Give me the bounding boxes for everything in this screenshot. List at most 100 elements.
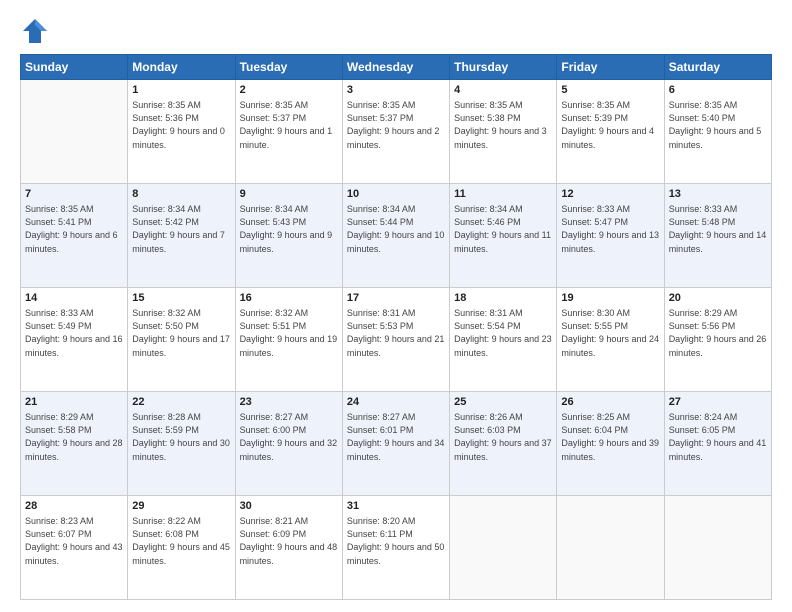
day-info: Sunrise: 8:31 AMSunset: 5:53 PMDaylight:… <box>347 307 445 359</box>
day-number: 29 <box>132 499 230 514</box>
calendar-header-row: SundayMondayTuesdayWednesdayThursdayFrid… <box>21 55 772 80</box>
calendar-cell <box>664 496 771 600</box>
day-info: Sunrise: 8:20 AMSunset: 6:11 PMDaylight:… <box>347 515 445 567</box>
calendar-table: SundayMondayTuesdayWednesdayThursdayFrid… <box>20 54 772 600</box>
day-number: 26 <box>561 395 659 410</box>
day-number: 20 <box>669 291 767 306</box>
calendar-week-3: 14Sunrise: 8:33 AMSunset: 5:49 PMDayligh… <box>21 288 772 392</box>
day-info: Sunrise: 8:35 AMSunset: 5:37 PMDaylight:… <box>347 99 445 151</box>
day-info: Sunrise: 8:33 AMSunset: 5:49 PMDaylight:… <box>25 307 123 359</box>
calendar-cell: 19Sunrise: 8:30 AMSunset: 5:55 PMDayligh… <box>557 288 664 392</box>
calendar-cell: 18Sunrise: 8:31 AMSunset: 5:54 PMDayligh… <box>450 288 557 392</box>
day-number: 8 <box>132 187 230 202</box>
day-info: Sunrise: 8:34 AMSunset: 5:46 PMDaylight:… <box>454 203 552 255</box>
calendar-cell: 14Sunrise: 8:33 AMSunset: 5:49 PMDayligh… <box>21 288 128 392</box>
calendar-cell: 26Sunrise: 8:25 AMSunset: 6:04 PMDayligh… <box>557 392 664 496</box>
day-info: Sunrise: 8:26 AMSunset: 6:03 PMDaylight:… <box>454 411 552 463</box>
day-number: 22 <box>132 395 230 410</box>
day-info: Sunrise: 8:35 AMSunset: 5:39 PMDaylight:… <box>561 99 659 151</box>
day-number: 4 <box>454 83 552 98</box>
page: SundayMondayTuesdayWednesdayThursdayFrid… <box>0 0 792 612</box>
day-number: 12 <box>561 187 659 202</box>
day-info: Sunrise: 8:34 AMSunset: 5:43 PMDaylight:… <box>240 203 338 255</box>
calendar-cell: 16Sunrise: 8:32 AMSunset: 5:51 PMDayligh… <box>235 288 342 392</box>
day-info: Sunrise: 8:29 AMSunset: 5:56 PMDaylight:… <box>669 307 767 359</box>
day-number: 23 <box>240 395 338 410</box>
calendar-cell: 22Sunrise: 8:28 AMSunset: 5:59 PMDayligh… <box>128 392 235 496</box>
day-number: 17 <box>347 291 445 306</box>
day-number: 11 <box>454 187 552 202</box>
calendar-cell: 7Sunrise: 8:35 AMSunset: 5:41 PMDaylight… <box>21 184 128 288</box>
day-number: 7 <box>25 187 123 202</box>
day-info: Sunrise: 8:32 AMSunset: 5:50 PMDaylight:… <box>132 307 230 359</box>
day-info: Sunrise: 8:25 AMSunset: 6:04 PMDaylight:… <box>561 411 659 463</box>
calendar-cell: 29Sunrise: 8:22 AMSunset: 6:08 PMDayligh… <box>128 496 235 600</box>
day-number: 6 <box>669 83 767 98</box>
day-number: 16 <box>240 291 338 306</box>
calendar-cell <box>557 496 664 600</box>
calendar-cell: 24Sunrise: 8:27 AMSunset: 6:01 PMDayligh… <box>342 392 449 496</box>
calendar-cell: 12Sunrise: 8:33 AMSunset: 5:47 PMDayligh… <box>557 184 664 288</box>
calendar-week-4: 21Sunrise: 8:29 AMSunset: 5:58 PMDayligh… <box>21 392 772 496</box>
calendar-cell: 6Sunrise: 8:35 AMSunset: 5:40 PMDaylight… <box>664 80 771 184</box>
calendar-cell: 1Sunrise: 8:35 AMSunset: 5:36 PMDaylight… <box>128 80 235 184</box>
day-info: Sunrise: 8:34 AMSunset: 5:42 PMDaylight:… <box>132 203 230 255</box>
day-info: Sunrise: 8:35 AMSunset: 5:37 PMDaylight:… <box>240 99 338 151</box>
calendar-cell: 8Sunrise: 8:34 AMSunset: 5:42 PMDaylight… <box>128 184 235 288</box>
header <box>20 16 772 46</box>
day-info: Sunrise: 8:32 AMSunset: 5:51 PMDaylight:… <box>240 307 338 359</box>
calendar-cell: 20Sunrise: 8:29 AMSunset: 5:56 PMDayligh… <box>664 288 771 392</box>
day-number: 2 <box>240 83 338 98</box>
day-header-tuesday: Tuesday <box>235 55 342 80</box>
calendar-cell: 11Sunrise: 8:34 AMSunset: 5:46 PMDayligh… <box>450 184 557 288</box>
day-info: Sunrise: 8:33 AMSunset: 5:48 PMDaylight:… <box>669 203 767 255</box>
calendar-cell: 10Sunrise: 8:34 AMSunset: 5:44 PMDayligh… <box>342 184 449 288</box>
calendar-week-1: 1Sunrise: 8:35 AMSunset: 5:36 PMDaylight… <box>21 80 772 184</box>
day-number: 25 <box>454 395 552 410</box>
calendar-week-2: 7Sunrise: 8:35 AMSunset: 5:41 PMDaylight… <box>21 184 772 288</box>
day-number: 1 <box>132 83 230 98</box>
day-info: Sunrise: 8:35 AMSunset: 5:40 PMDaylight:… <box>669 99 767 151</box>
day-info: Sunrise: 8:34 AMSunset: 5:44 PMDaylight:… <box>347 203 445 255</box>
day-info: Sunrise: 8:28 AMSunset: 5:59 PMDaylight:… <box>132 411 230 463</box>
calendar-cell: 9Sunrise: 8:34 AMSunset: 5:43 PMDaylight… <box>235 184 342 288</box>
day-number: 31 <box>347 499 445 514</box>
calendar-cell: 13Sunrise: 8:33 AMSunset: 5:48 PMDayligh… <box>664 184 771 288</box>
logo-icon <box>20 16 50 46</box>
day-info: Sunrise: 8:21 AMSunset: 6:09 PMDaylight:… <box>240 515 338 567</box>
calendar-cell: 4Sunrise: 8:35 AMSunset: 5:38 PMDaylight… <box>450 80 557 184</box>
day-number: 15 <box>132 291 230 306</box>
day-info: Sunrise: 8:31 AMSunset: 5:54 PMDaylight:… <box>454 307 552 359</box>
day-number: 30 <box>240 499 338 514</box>
day-header-friday: Friday <box>557 55 664 80</box>
calendar-cell <box>450 496 557 600</box>
calendar-cell: 2Sunrise: 8:35 AMSunset: 5:37 PMDaylight… <box>235 80 342 184</box>
day-info: Sunrise: 8:35 AMSunset: 5:41 PMDaylight:… <box>25 203 123 255</box>
calendar-cell: 17Sunrise: 8:31 AMSunset: 5:53 PMDayligh… <box>342 288 449 392</box>
day-info: Sunrise: 8:29 AMSunset: 5:58 PMDaylight:… <box>25 411 123 463</box>
day-number: 21 <box>25 395 123 410</box>
day-info: Sunrise: 8:35 AMSunset: 5:36 PMDaylight:… <box>132 99 230 151</box>
day-info: Sunrise: 8:30 AMSunset: 5:55 PMDaylight:… <box>561 307 659 359</box>
day-number: 14 <box>25 291 123 306</box>
day-number: 10 <box>347 187 445 202</box>
day-number: 5 <box>561 83 659 98</box>
calendar-cell: 28Sunrise: 8:23 AMSunset: 6:07 PMDayligh… <box>21 496 128 600</box>
day-number: 9 <box>240 187 338 202</box>
calendar-cell: 25Sunrise: 8:26 AMSunset: 6:03 PMDayligh… <box>450 392 557 496</box>
day-info: Sunrise: 8:33 AMSunset: 5:47 PMDaylight:… <box>561 203 659 255</box>
day-number: 28 <box>25 499 123 514</box>
calendar-week-5: 28Sunrise: 8:23 AMSunset: 6:07 PMDayligh… <box>21 496 772 600</box>
day-number: 19 <box>561 291 659 306</box>
day-number: 13 <box>669 187 767 202</box>
calendar-cell: 27Sunrise: 8:24 AMSunset: 6:05 PMDayligh… <box>664 392 771 496</box>
day-header-wednesday: Wednesday <box>342 55 449 80</box>
day-info: Sunrise: 8:23 AMSunset: 6:07 PMDaylight:… <box>25 515 123 567</box>
calendar-cell: 5Sunrise: 8:35 AMSunset: 5:39 PMDaylight… <box>557 80 664 184</box>
calendar-cell: 21Sunrise: 8:29 AMSunset: 5:58 PMDayligh… <box>21 392 128 496</box>
day-header-saturday: Saturday <box>664 55 771 80</box>
day-info: Sunrise: 8:27 AMSunset: 6:01 PMDaylight:… <box>347 411 445 463</box>
calendar-cell: 31Sunrise: 8:20 AMSunset: 6:11 PMDayligh… <box>342 496 449 600</box>
calendar-cell: 30Sunrise: 8:21 AMSunset: 6:09 PMDayligh… <box>235 496 342 600</box>
day-header-thursday: Thursday <box>450 55 557 80</box>
